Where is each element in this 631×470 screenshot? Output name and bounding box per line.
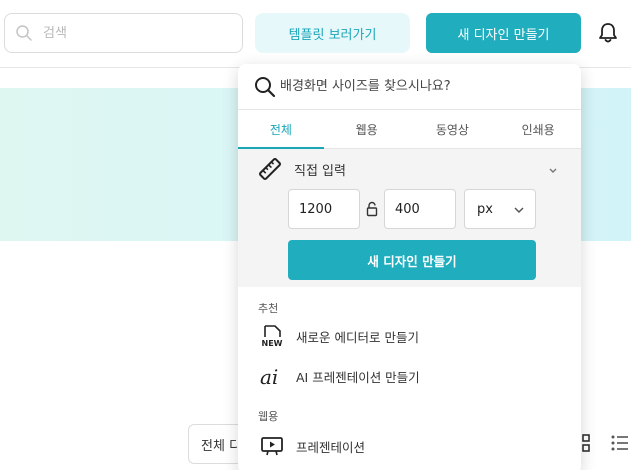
- tab-video[interactable]: 동영상: [410, 110, 496, 148]
- list-item-ai-presentation[interactable]: ai AI 프레젠테이션 만들기: [258, 362, 420, 390]
- ai-icon: ai: [258, 362, 286, 390]
- size-search-box[interactable]: [238, 64, 581, 110]
- search-icon: [15, 24, 33, 42]
- web-section-title: 웹용: [258, 410, 279, 423]
- list-item-label: 프레젠테이션: [296, 439, 366, 455]
- lock-icon[interactable]: [366, 201, 378, 217]
- unit-select[interactable]: px: [464, 189, 536, 229]
- unit-value: px: [477, 201, 493, 217]
- custom-size-section: 직접 입력 px 새 디자인 만들기: [238, 149, 581, 287]
- list-item-presentation[interactable]: 프레젠테이션: [258, 432, 365, 460]
- width-input[interactable]: [288, 189, 360, 229]
- custom-size-header[interactable]: 직접 입력: [258, 157, 346, 181]
- notification-bell-icon[interactable]: [596, 21, 620, 45]
- custom-size-title: 직접 입력: [294, 163, 346, 179]
- ruler-icon: [258, 157, 282, 181]
- tab-web[interactable]: 웹용: [324, 110, 410, 148]
- new-design-button[interactable]: 새 디자인 만들기: [426, 13, 581, 53]
- tab-print[interactable]: 인쇄용: [495, 110, 581, 148]
- chevron-down-icon[interactable]: [547, 161, 559, 173]
- chevron-down-icon: [513, 204, 525, 216]
- height-input[interactable]: [384, 189, 456, 229]
- category-tabs: 전체 웹용 동영상 인쇄용: [238, 110, 581, 149]
- recommended-section-title: 추천: [258, 302, 279, 315]
- list-item-label: 새로운 에디터로 만들기: [296, 329, 419, 345]
- new-badge-icon: NEW: [258, 322, 286, 350]
- list-item-label: AI 프레젠테이션 만들기: [296, 369, 420, 385]
- create-custom-design-button[interactable]: 새 디자인 만들기: [288, 240, 536, 280]
- search-box[interactable]: [4, 13, 243, 53]
- list-view-icon[interactable]: [611, 434, 629, 452]
- top-bar: 템플릿 보러가기 새 디자인 만들기: [0, 0, 631, 68]
- tab-all[interactable]: 전체: [238, 110, 324, 149]
- size-search-input[interactable]: [280, 79, 570, 94]
- new-design-dropdown: 전체 웹용 동영상 인쇄용 직접 입력 px 새 디자인 만들기 추천: [238, 64, 581, 470]
- search-icon: [254, 76, 276, 98]
- search-input[interactable]: [43, 25, 223, 41]
- svg-text:ai: ai: [260, 365, 278, 389]
- list-item-new-editor[interactable]: NEW 새로운 에디터로 만들기: [258, 322, 419, 350]
- template-browse-button[interactable]: 템플릿 보러가기: [255, 13, 410, 53]
- presentation-icon: [258, 432, 286, 460]
- svg-text:NEW: NEW: [262, 339, 283, 348]
